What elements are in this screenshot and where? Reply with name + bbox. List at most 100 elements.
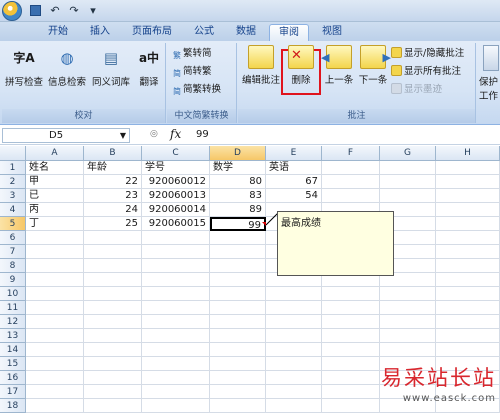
cell-g14[interactable]: [380, 343, 436, 357]
cell-d13[interactable]: [210, 329, 266, 343]
cell-c16[interactable]: [142, 371, 210, 385]
cell-h2[interactable]: [436, 175, 500, 189]
cell-b6[interactable]: [84, 231, 142, 245]
name-box-dropdown-icon[interactable]: ▼: [120, 129, 126, 142]
cell-g1[interactable]: [380, 161, 436, 175]
cell-e10[interactable]: [266, 287, 322, 301]
column-header-a[interactable]: A: [26, 146, 84, 161]
cell-b13[interactable]: [84, 329, 142, 343]
protect-button[interactable]: 保护 工作: [479, 45, 500, 102]
cell-e16[interactable]: [266, 371, 322, 385]
cell-c11[interactable]: [142, 301, 210, 315]
cell-f13[interactable]: [322, 329, 380, 343]
row-header-8[interactable]: 8: [0, 259, 26, 273]
cell-b17[interactable]: [84, 385, 142, 399]
cell-f14[interactable]: [322, 343, 380, 357]
cell-c18[interactable]: [142, 399, 210, 413]
cell-d6[interactable]: [210, 231, 266, 245]
row-header-16[interactable]: 16: [0, 371, 26, 385]
cell-b4[interactable]: 24: [84, 203, 142, 217]
cell-g11[interactable]: [380, 301, 436, 315]
cell-c12[interactable]: [142, 315, 210, 329]
cell-d8[interactable]: [210, 259, 266, 273]
column-header-f[interactable]: F: [322, 146, 380, 161]
cell-d10[interactable]: [210, 287, 266, 301]
cell-d4[interactable]: 89: [210, 203, 266, 217]
cell-f2[interactable]: [322, 175, 380, 189]
row-header-3[interactable]: 3: [0, 189, 26, 203]
show-hide-comment-button[interactable]: 显示/隐藏批注: [391, 47, 464, 61]
column-header-h[interactable]: H: [436, 146, 500, 161]
cell-c6[interactable]: [142, 231, 210, 245]
cell-h12[interactable]: [436, 315, 500, 329]
cell-b7[interactable]: [84, 245, 142, 259]
cell-b8[interactable]: [84, 259, 142, 273]
row-header-10[interactable]: 10: [0, 287, 26, 301]
cell-b1[interactable]: 年龄: [84, 161, 142, 175]
customize-qat-icon[interactable]: ▾: [85, 3, 101, 18]
cell-a18[interactable]: [26, 399, 84, 413]
cell-c5[interactable]: 920060015: [142, 217, 210, 231]
edit-comment-button[interactable]: 编辑批注: [242, 45, 280, 86]
cell-b16[interactable]: [84, 371, 142, 385]
cell-g12[interactable]: [380, 315, 436, 329]
save-icon[interactable]: [28, 3, 44, 18]
cell-f11[interactable]: [322, 301, 380, 315]
cell-c2[interactable]: 920060012: [142, 175, 210, 189]
column-header-e[interactable]: E: [266, 146, 322, 161]
tab-home[interactable]: 开始: [38, 24, 78, 41]
next-comment-button[interactable]: ▶ 下一条: [356, 45, 391, 86]
cell-c13[interactable]: [142, 329, 210, 343]
comment-text[interactable]: 最高成绩: [281, 218, 321, 229]
cell-h9[interactable]: [436, 273, 500, 287]
cell-h11[interactable]: [436, 301, 500, 315]
row-header-4[interactable]: 4: [0, 203, 26, 217]
cell-e1[interactable]: 英语: [266, 161, 322, 175]
column-header-c[interactable]: C: [142, 146, 210, 161]
cell-c14[interactable]: [142, 343, 210, 357]
cell-e2[interactable]: 67: [266, 175, 322, 189]
cell-a7[interactable]: [26, 245, 84, 259]
thesaurus-button[interactable]: ▤ 同义词库: [90, 45, 132, 88]
cell-c17[interactable]: [142, 385, 210, 399]
tab-review[interactable]: 审阅: [269, 24, 309, 41]
active-cell-d5[interactable]: 99: [210, 217, 266, 231]
row-header-18[interactable]: 18: [0, 399, 26, 413]
cell-a10[interactable]: [26, 287, 84, 301]
insert-function-icon[interactable]: fx: [170, 127, 181, 141]
cell-e18[interactable]: [266, 399, 322, 413]
cell-c8[interactable]: [142, 259, 210, 273]
cell-a2[interactable]: 甲: [26, 175, 84, 189]
column-header-b[interactable]: B: [84, 146, 142, 161]
cell-f17[interactable]: [322, 385, 380, 399]
cell-d16[interactable]: [210, 371, 266, 385]
cell-b15[interactable]: [84, 357, 142, 371]
spell-check-button[interactable]: 字A 拼写检查: [4, 45, 44, 88]
chinese-conversion-button[interactable]: 简简繁转换: [173, 83, 221, 97]
cell-a4[interactable]: 丙: [26, 203, 84, 217]
cell-h13[interactable]: [436, 329, 500, 343]
tab-insert[interactable]: 插入: [82, 24, 118, 41]
cell-c4[interactable]: 920060014: [142, 203, 210, 217]
tab-formulas[interactable]: 公式: [186, 24, 222, 41]
row-header-17[interactable]: 17: [0, 385, 26, 399]
cell-g13[interactable]: [380, 329, 436, 343]
row-header-13[interactable]: 13: [0, 329, 26, 343]
cell-a14[interactable]: [26, 343, 84, 357]
cell-h10[interactable]: [436, 287, 500, 301]
cell-e15[interactable]: [266, 357, 322, 371]
cell-d7[interactable]: [210, 245, 266, 259]
tab-view[interactable]: 视图: [314, 24, 350, 41]
cell-e11[interactable]: [266, 301, 322, 315]
cell-d18[interactable]: [210, 399, 266, 413]
cell-b18[interactable]: [84, 399, 142, 413]
cell-a6[interactable]: [26, 231, 84, 245]
row-header-5[interactable]: 5: [0, 217, 26, 231]
row-header-14[interactable]: 14: [0, 343, 26, 357]
name-box[interactable]: D5 ▼: [2, 128, 130, 143]
cell-e3[interactable]: 54: [266, 189, 322, 203]
cell-b2[interactable]: 22: [84, 175, 142, 189]
row-header-11[interactable]: 11: [0, 301, 26, 315]
research-button[interactable]: ◍ 信息检索: [46, 45, 88, 88]
cell-b10[interactable]: [84, 287, 142, 301]
